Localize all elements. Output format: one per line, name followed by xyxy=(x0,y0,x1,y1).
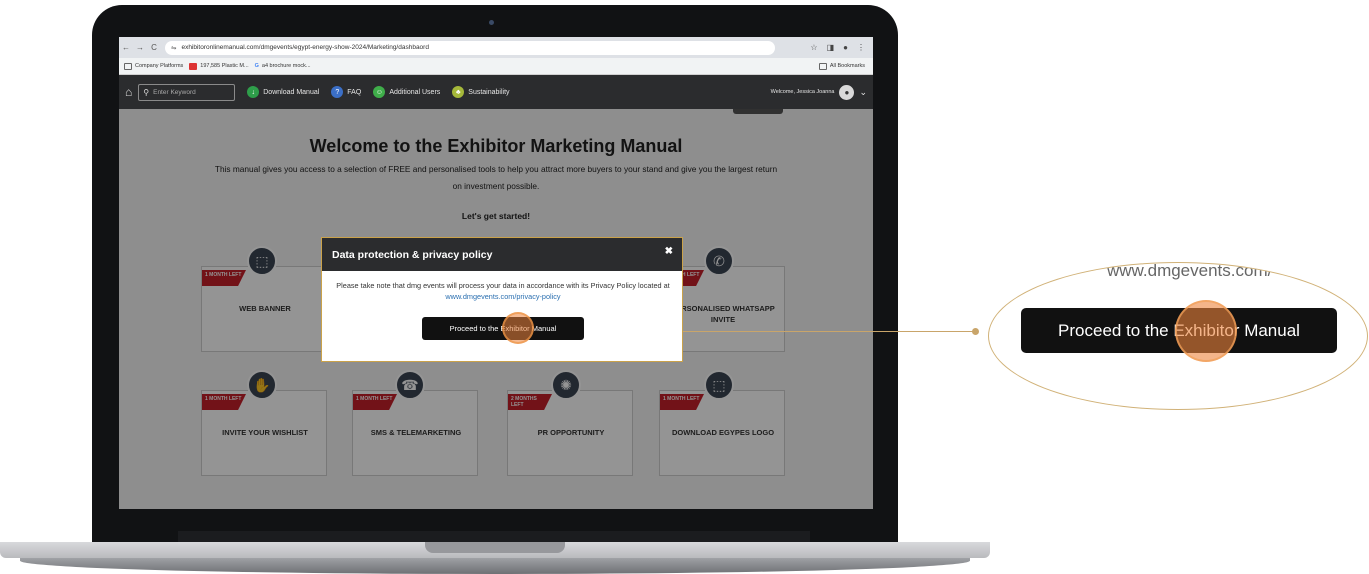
laptop-notch xyxy=(425,542,565,553)
address-text: exhibitoronlinemanual.com/dmgevents/egyp… xyxy=(181,44,429,51)
bookmarks-bar: Company Platforms 197,585 Plastic M... G… xyxy=(119,58,873,75)
site-header: ⌂ ⚲ Enter Keyword ↓ Download Manual ? FA… xyxy=(119,75,873,109)
profile-icon[interactable]: ● xyxy=(843,43,848,52)
nav-label: FAQ xyxy=(347,88,362,96)
zoom-click-indicator xyxy=(1175,300,1237,362)
forward-icon[interactable]: → xyxy=(133,43,147,52)
download-icon: ↓ xyxy=(247,86,260,98)
search-input[interactable]: ⚲ Enter Keyword xyxy=(138,83,236,101)
close-icon[interactable]: ✖ xyxy=(665,246,673,257)
modal-header: Data protection & privacy policy ✖ xyxy=(322,238,682,271)
back-icon[interactable]: ← xyxy=(119,43,133,52)
modal-text: Please take note that dmg events will pr… xyxy=(332,280,674,302)
leaf-icon: ♣ xyxy=(452,86,465,98)
pin-icon xyxy=(189,62,198,70)
side-panel-icon[interactable]: ◨ xyxy=(827,43,835,52)
bookmark-label: 197,585 Plastic M... xyxy=(200,63,249,69)
zoom-callout: www.dmgevents.com/ Proceed to the Exhibi… xyxy=(988,262,1368,410)
folder-icon xyxy=(818,62,827,70)
nav-label: Sustainability xyxy=(468,88,510,96)
home-icon[interactable]: ⌂ xyxy=(125,85,132,99)
nav-additional-users[interactable]: ☺ Additional Users xyxy=(373,86,440,98)
camera-dot xyxy=(489,20,494,25)
avatar: ● xyxy=(839,84,855,100)
bookmark-label: Company Platforms xyxy=(135,63,184,69)
callout-line xyxy=(683,331,975,332)
nav-faq[interactable]: ? FAQ xyxy=(331,86,361,98)
bookmark-company-platforms[interactable]: Company Platforms xyxy=(124,62,184,70)
nav-sustainability[interactable]: ♣ Sustainability xyxy=(452,86,510,98)
user-menu[interactable]: Welcome, Jessica Joanna ● ⌄ xyxy=(770,84,873,100)
laptop-screen: ← → C ⇋ exhibitoronlinemanual.com/dmgeve… xyxy=(119,37,873,509)
bookmark-label: a4 brochure mock... xyxy=(261,63,311,69)
dashboard-page: Welcome to the Exhibitor Marketing Manua… xyxy=(119,109,873,509)
modal-body-text: Please take note that dmg events will pr… xyxy=(336,281,670,290)
chevron-down-icon: ⌄ xyxy=(859,86,867,97)
browser-toolbar: ← → C ⇋ exhibitoronlinemanual.com/dmgeve… xyxy=(119,37,873,58)
callout-dot xyxy=(972,328,979,335)
address-bar[interactable]: ⇋ exhibitoronlinemanual.com/dmgevents/eg… xyxy=(165,40,775,55)
laptop-base-shadow xyxy=(20,558,970,574)
menu-icon[interactable]: ⋮ xyxy=(857,43,865,52)
zoom-url-fragment: www.dmgevents.com/ xyxy=(1107,262,1273,280)
all-bookmarks[interactable]: All Bookmarks xyxy=(818,62,873,70)
proceed-button[interactable]: Proceed to the Exhibitor Manual xyxy=(422,317,584,340)
reload-icon[interactable]: C xyxy=(147,43,161,52)
modal-title: Data protection & privacy policy xyxy=(332,248,493,261)
welcome-text: Welcome, Jessica Joanna xyxy=(770,89,835,95)
bookmark-plastic[interactable]: 197,585 Plastic M... xyxy=(189,62,249,70)
google-icon: G xyxy=(254,63,259,69)
star-icon[interactable]: ☆ xyxy=(810,43,817,52)
search-icon: ⚲ xyxy=(143,87,150,97)
nav-label: Additional Users xyxy=(389,88,441,96)
nav-label: Download Manual xyxy=(263,88,320,96)
folder-icon xyxy=(124,62,132,70)
privacy-policy-link[interactable]: www.dmgevents.com/privacy-policy xyxy=(445,292,560,301)
faq-icon: ? xyxy=(331,86,344,98)
search-placeholder: Enter Keyword xyxy=(153,88,196,96)
laptop-bezel: ← → C ⇋ exhibitoronlinemanual.com/dmgeve… xyxy=(92,5,898,550)
bookmark-brochure[interactable]: G a4 brochure mock... xyxy=(255,63,311,69)
all-bookmarks-label: All Bookmarks xyxy=(829,63,865,69)
nav-download-manual[interactable]: ↓ Download Manual xyxy=(247,86,319,98)
users-icon: ☺ xyxy=(373,86,386,98)
site-settings-icon[interactable]: ⇋ xyxy=(171,44,176,52)
privacy-modal: Data protection & privacy policy ✖ Pleas… xyxy=(321,237,683,362)
